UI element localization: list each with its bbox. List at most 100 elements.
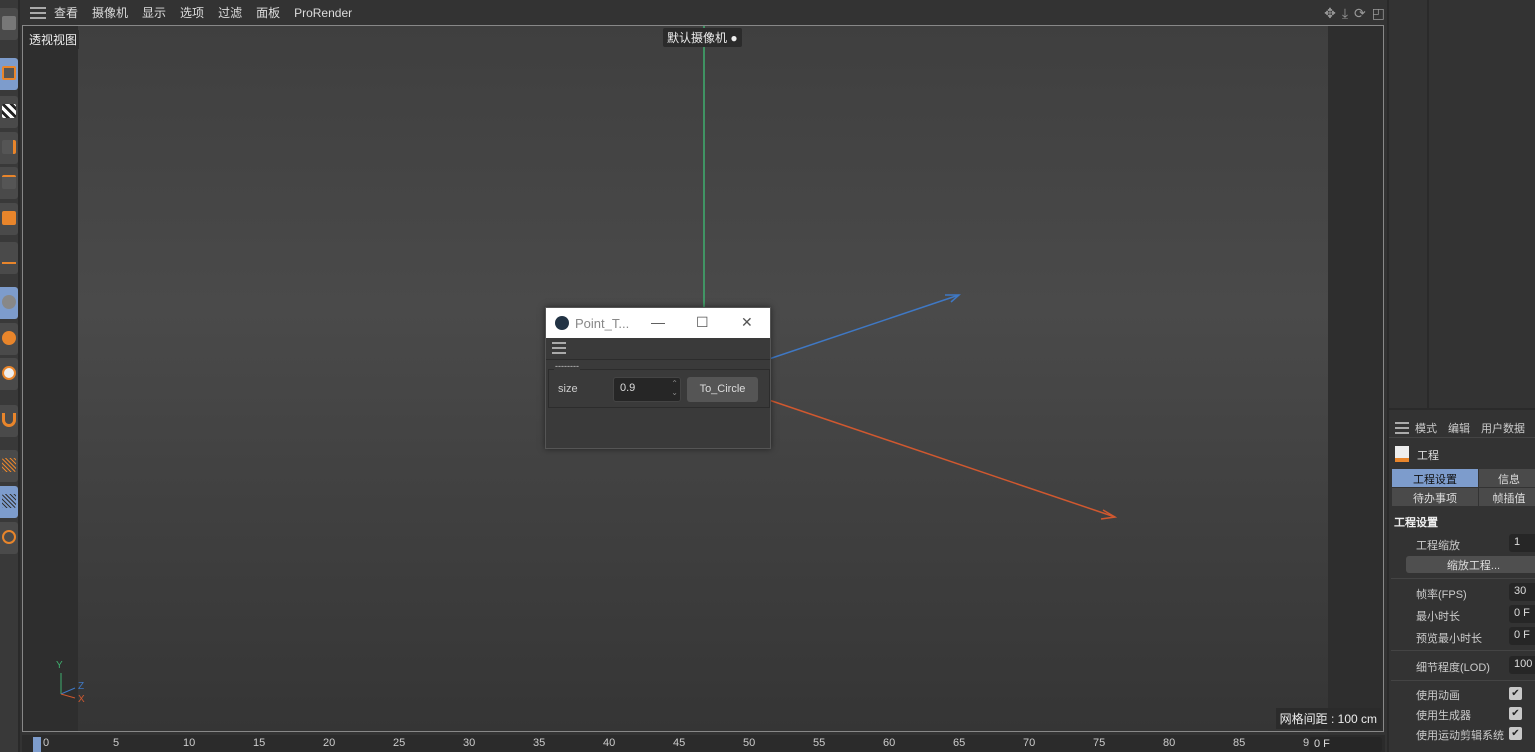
camera-icon: ● bbox=[730, 31, 738, 45]
scale-label: 工程缩放 bbox=[1416, 540, 1460, 552]
left-toolbar bbox=[0, 0, 20, 752]
scale-field[interactable]: 1 bbox=[1509, 534, 1535, 552]
attributes-menu-icon[interactable] bbox=[1395, 421, 1409, 434]
use-animation-checkbox[interactable]: ✔ bbox=[1509, 687, 1522, 700]
preview-min-field[interactable]: 0 F bbox=[1509, 627, 1535, 645]
gizmo-z-label: Z bbox=[78, 681, 85, 692]
spinner-icon[interactable]: ⌃ ⌄ bbox=[671, 379, 678, 397]
menu-userdata[interactable]: 用户数据 bbox=[1481, 420, 1525, 436]
dialog-title: Point_T... bbox=[575, 315, 630, 331]
grid-spacing: 网格间距 : 100 cm bbox=[1275, 708, 1381, 729]
tool-points[interactable] bbox=[0, 132, 18, 164]
menu-options[interactable]: 选项 bbox=[180, 4, 204, 21]
use-mograph-label: 使用运动剪辑系统 bbox=[1416, 730, 1504, 742]
maximize-view-icon[interactable]: ◰ bbox=[1372, 5, 1385, 22]
scale-project-button[interactable]: 缩放工程... bbox=[1406, 556, 1535, 573]
viewport-title: 透视视图 bbox=[27, 30, 80, 49]
tool-workplane[interactable] bbox=[0, 486, 18, 518]
point-tool-dialog: Point_T... — ☐ ✕ -------- size 0.9 ⌃ ⌄ To_… bbox=[545, 307, 771, 449]
project-icon bbox=[1395, 446, 1409, 462]
move-view-icon[interactable]: ✥ bbox=[1324, 5, 1336, 22]
timeline-tick: 55 bbox=[813, 737, 826, 749]
current-frame-field[interactable]: 0 F bbox=[1309, 737, 1382, 752]
cinema4d-logo-icon bbox=[555, 316, 569, 330]
timeline-tick: 10 bbox=[183, 737, 196, 749]
timeline-tick: 65 bbox=[953, 737, 966, 749]
group-title: -------- bbox=[554, 361, 580, 371]
attributes-menubar: 模式 编辑 用户数据 bbox=[1389, 418, 1535, 438]
tool-edges[interactable] bbox=[0, 167, 18, 199]
menu-edit[interactable]: 编辑 bbox=[1448, 420, 1470, 436]
tab-info[interactable]: 信息 bbox=[1479, 469, 1535, 487]
use-generators-checkbox[interactable]: ✔ bbox=[1509, 707, 1522, 720]
menu-mode[interactable]: 模式 bbox=[1415, 420, 1437, 436]
tool-magnet[interactable] bbox=[0, 405, 18, 437]
gizmo-z bbox=[60, 687, 76, 695]
object-manager[interactable] bbox=[1389, 0, 1535, 410]
menu-display[interactable]: 显示 bbox=[142, 4, 166, 21]
rotate-view-icon[interactable]: ⟳ bbox=[1354, 5, 1366, 22]
timeline-tick: 60 bbox=[883, 737, 896, 749]
timeline-tick: 0 bbox=[43, 737, 50, 749]
timeline-tick: 20 bbox=[323, 737, 336, 749]
size-label: size bbox=[558, 383, 578, 395]
z-axis-line bbox=[762, 294, 960, 362]
timeline-tick: 85 bbox=[1233, 737, 1246, 749]
timeline-tick: 15 bbox=[253, 737, 266, 749]
menu-panel[interactable]: 面板 bbox=[256, 4, 280, 21]
object-name: 工程 bbox=[1417, 450, 1439, 462]
x-axis-line bbox=[762, 397, 1116, 518]
gizmo-y-label: Y bbox=[56, 660, 63, 671]
use-mograph-checkbox[interactable]: ✔ bbox=[1509, 727, 1522, 740]
dialog-menu-icon[interactable] bbox=[552, 342, 566, 354]
camera-name: 默认摄像机 bbox=[667, 31, 728, 45]
tool-grid[interactable] bbox=[0, 450, 18, 482]
min-time-field[interactable]: 0 F bbox=[1509, 605, 1535, 623]
tool-undo[interactable] bbox=[0, 8, 18, 40]
menu-view[interactable]: 查看 bbox=[54, 4, 78, 21]
use-animation-label: 使用动画 bbox=[1416, 690, 1460, 702]
dolly-view-icon[interactable]: ⤓ bbox=[1342, 5, 1348, 22]
timeline[interactable]: 051015202530354045505560657075808590 0 F bbox=[22, 735, 1385, 752]
gizmo-x bbox=[60, 693, 76, 699]
minimize-icon[interactable]: — bbox=[651, 314, 665, 330]
tool-workplane-2[interactable] bbox=[0, 522, 18, 554]
timeline-tick: 70 bbox=[1023, 737, 1036, 749]
tool-snap-3[interactable] bbox=[0, 358, 18, 390]
timeline-tick: 50 bbox=[743, 737, 756, 749]
tab-interpolation[interactable]: 帧插值 bbox=[1479, 488, 1535, 506]
menu-camera[interactable]: 摄像机 bbox=[92, 4, 128, 21]
lod-label: 细节程度(LOD) bbox=[1416, 662, 1490, 674]
min-time-label: 最小时长 bbox=[1416, 611, 1460, 623]
fps-label: 帧率(FPS) bbox=[1416, 589, 1467, 601]
tool-axis[interactable] bbox=[0, 242, 18, 274]
playhead[interactable] bbox=[33, 737, 41, 752]
dialog-titlebar[interactable]: Point_T... — ☐ ✕ bbox=[546, 308, 770, 338]
timeline-tick: 25 bbox=[393, 737, 406, 749]
preview-min-label: 预览最小时长 bbox=[1416, 633, 1482, 645]
maximize-icon[interactable]: ☐ bbox=[696, 314, 709, 331]
lod-field[interactable]: 100 bbox=[1509, 656, 1535, 674]
timeline-tick: 30 bbox=[463, 737, 476, 749]
tool-snap[interactable] bbox=[0, 287, 18, 319]
to-circle-button[interactable]: To_Circle bbox=[687, 377, 758, 402]
tool-polygons[interactable] bbox=[0, 203, 18, 235]
tool-cube[interactable] bbox=[0, 58, 18, 90]
size-input[interactable]: 0.9 ⌃ ⌄ bbox=[613, 377, 681, 402]
close-icon[interactable]: ✕ bbox=[741, 314, 753, 331]
menu-prorender[interactable]: ProRender bbox=[294, 6, 352, 20]
gizmo-x-label: X bbox=[78, 694, 85, 705]
timeline-tick: 35 bbox=[533, 737, 546, 749]
timeline-tick: 75 bbox=[1093, 737, 1106, 749]
menu-icon[interactable] bbox=[30, 6, 46, 19]
tool-texture[interactable] bbox=[0, 96, 18, 128]
fps-field[interactable]: 30 bbox=[1509, 583, 1535, 601]
section-title: 工程设置 bbox=[1394, 517, 1438, 529]
tab-project-settings[interactable]: 工程设置 bbox=[1392, 469, 1478, 487]
menu-filter[interactable]: 过滤 bbox=[218, 4, 242, 21]
tab-todo[interactable]: 待办事项 bbox=[1392, 488, 1478, 506]
camera-label[interactable]: 默认摄像机 ● bbox=[663, 28, 742, 47]
timeline-tick: 80 bbox=[1163, 737, 1176, 749]
viewport-menubar: 查看 摄像机 显示 选项 过滤 面板 ProRender ✥ ⤓ ⟳ ◰ bbox=[22, 0, 1385, 25]
tool-snap-2[interactable] bbox=[0, 323, 18, 355]
